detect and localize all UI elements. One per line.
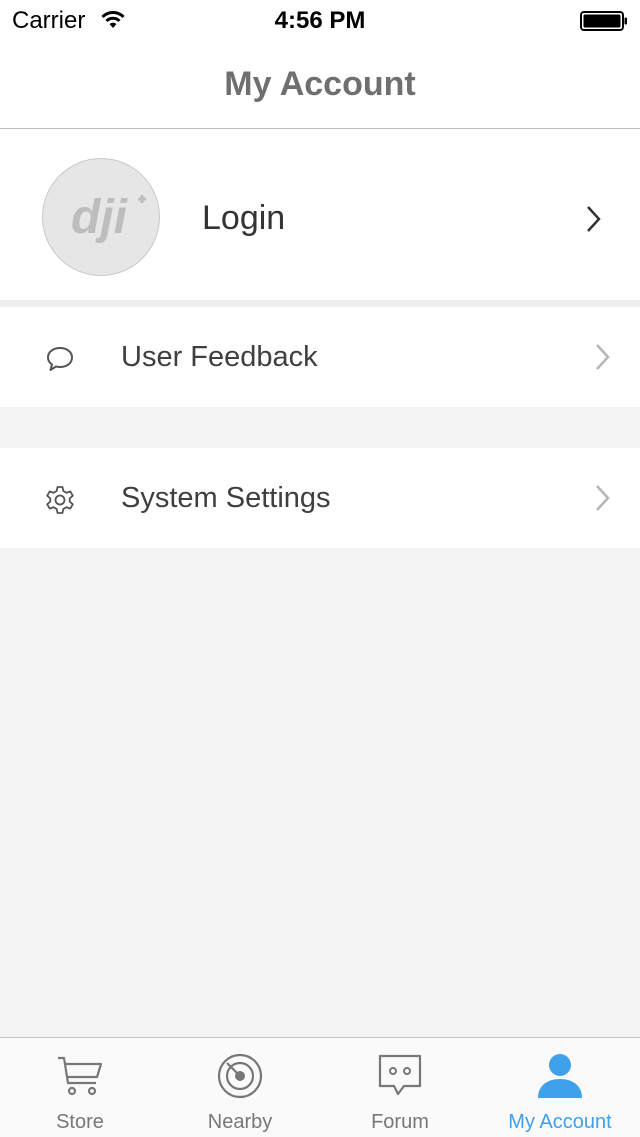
chevron-right-icon bbox=[596, 485, 610, 511]
login-label: Login bbox=[202, 199, 286, 237]
tab-forum[interactable]: Forum bbox=[320, 1038, 480, 1137]
chevron-right-icon bbox=[587, 206, 601, 232]
page-title: My Account bbox=[224, 65, 416, 103]
status-time: 4:56 PM bbox=[274, 7, 366, 34]
battery-icon bbox=[580, 11, 627, 31]
tab-nearby[interactable]: Nearby bbox=[160, 1038, 320, 1137]
system-settings-label: System Settings bbox=[121, 482, 331, 514]
system-settings-row[interactable]: System Settings bbox=[0, 448, 640, 548]
tab-store[interactable]: Store bbox=[0, 1038, 160, 1137]
tab-my-account-label: My Account bbox=[508, 1111, 612, 1133]
status-bar: Carrier 4:56 PM bbox=[0, 0, 640, 40]
user-feedback-row[interactable]: User Feedback bbox=[0, 307, 640, 407]
tab-bar: Store Nearby Forum My Account bbox=[0, 1037, 640, 1137]
tab-store-label: Store bbox=[56, 1111, 104, 1133]
person-icon bbox=[538, 1054, 582, 1098]
radar-icon bbox=[217, 1053, 263, 1099]
gear-icon bbox=[46, 486, 74, 514]
avatar: dji bbox=[42, 158, 160, 276]
cart-icon bbox=[58, 1056, 103, 1096]
section-divider bbox=[0, 300, 640, 307]
chevron-right-icon bbox=[596, 344, 610, 370]
svg-text:dji: dji bbox=[71, 191, 129, 244]
speech-bubble-icon bbox=[47, 347, 73, 371]
nav-bar: My Account bbox=[0, 40, 640, 129]
tab-forum-label: Forum bbox=[371, 1111, 429, 1133]
user-feedback-label: User Feedback bbox=[121, 341, 318, 373]
login-row[interactable]: dji Login bbox=[0, 129, 640, 300]
tab-nearby-label: Nearby bbox=[207, 1111, 273, 1133]
chat-icon bbox=[378, 1054, 422, 1096]
tab-my-account[interactable]: My Account bbox=[480, 1038, 640, 1137]
dji-logo: dji bbox=[71, 191, 146, 244]
